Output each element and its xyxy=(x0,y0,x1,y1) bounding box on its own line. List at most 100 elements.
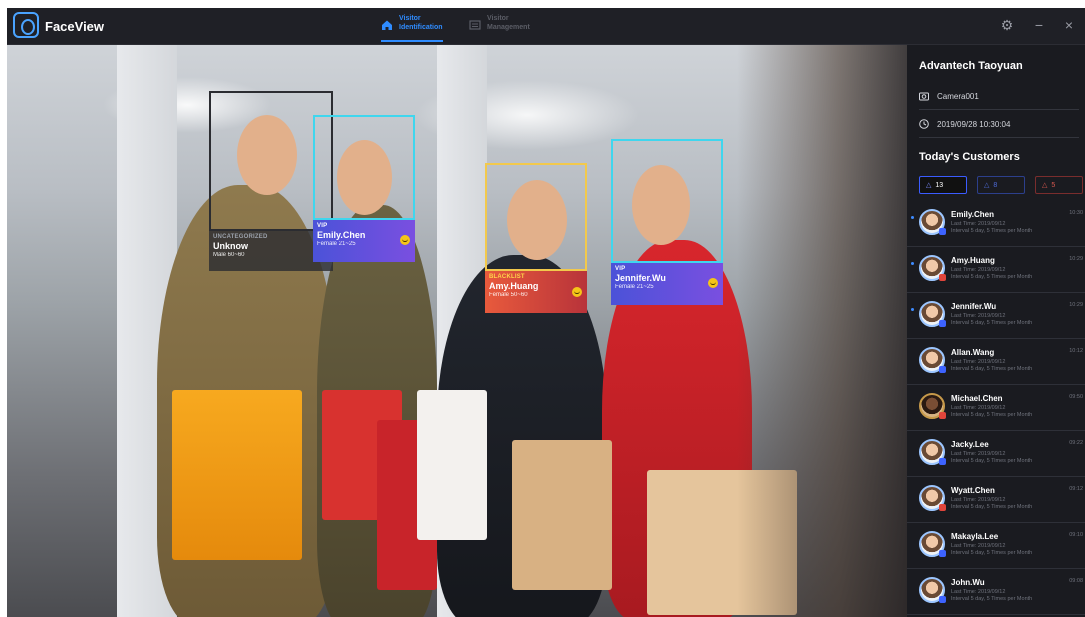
customer-interval: Interval 5 day, 5 Times per Month xyxy=(951,412,1033,418)
face-detection-box[interactable] xyxy=(485,163,587,271)
person-demographics: Female 50~60 xyxy=(489,292,528,298)
blacklist-badge-icon xyxy=(939,274,946,281)
visit-time: 09:08 xyxy=(1069,578,1083,584)
visit-time: 10:12 xyxy=(1069,348,1083,354)
filter-blacklist-chip[interactable]: △ 5 xyxy=(1035,176,1083,194)
count-blacklist: 5 xyxy=(1051,181,1056,189)
customer-list-item[interactable]: Emily.Chen Last Time: 2019/09/12 Interva… xyxy=(907,202,1085,247)
clock-icon xyxy=(919,119,929,129)
customer-last-time: Last Time: 2019/09/12 xyxy=(951,221,1006,227)
face-detection-box[interactable] xyxy=(313,115,415,220)
person-demographics: Male 60~60 xyxy=(213,252,245,258)
vip-badge-icon xyxy=(939,320,946,327)
smile-icon xyxy=(400,235,410,245)
category-tag: BLACKLIST xyxy=(489,274,525,280)
customer-last-time: Last Time: 2019/09/12 xyxy=(951,405,1006,411)
customer-interval: Interval 5 day, 5 Times per Month xyxy=(951,274,1033,280)
camera-info-row: Camera001 xyxy=(919,83,1079,110)
list-icon xyxy=(469,20,481,30)
customer-list-item[interactable]: Jennifer.Wu Last Time: 2019/09/12 Interv… xyxy=(907,294,1085,339)
customer-interval: Interval 5 day, 5 Times per Month xyxy=(951,320,1033,326)
settings-icon[interactable]: ⚙ xyxy=(999,17,1015,33)
customer-interval: Interval 5 day, 5 Times per Month xyxy=(951,596,1033,602)
customer-list-item[interactable]: Makayla.Lee Last Time: 2019/09/12 Interv… xyxy=(907,524,1085,569)
datetime-info-row: 2019/09/28 10:30:04 xyxy=(919,111,1079,138)
customer-name: Wyatt.Chen xyxy=(951,486,995,495)
customer-interval: Interval 5 day, 5 Times per Month xyxy=(951,504,1033,510)
minimize-icon[interactable]: − xyxy=(1031,17,1047,33)
customer-name: Jacky.Lee xyxy=(951,440,989,449)
person-name: Amy.Huang xyxy=(489,281,539,291)
vip-badge-icon xyxy=(939,596,946,603)
person-demographics: Female 21~25 xyxy=(615,284,654,290)
customer-list-item[interactable]: Jacky.Lee Last Time: 2019/09/12 Interval… xyxy=(907,432,1085,477)
people-icon: △ xyxy=(926,182,932,189)
person-demographics: Female 21~25 xyxy=(317,241,356,247)
customer-last-time: Last Time: 2019/09/12 xyxy=(951,543,1006,549)
tab-visitor-identification[interactable]: Visitor Identification xyxy=(381,14,443,44)
customer-list-item[interactable]: Wyatt.Chen Last Time: 2019/09/12 Interva… xyxy=(907,478,1085,523)
category-tag: VIP xyxy=(317,223,328,229)
shopping-bag xyxy=(512,440,612,590)
face-info-card[interactable]: BLACKLIST Amy.Huang Female 50~60 xyxy=(485,271,587,313)
vip-badge-icon xyxy=(939,228,946,235)
visit-time: 09:12 xyxy=(1069,486,1083,492)
visit-time: 09:50 xyxy=(1069,394,1083,400)
camera-icon xyxy=(919,92,929,101)
app-window: FaceView Visitor Identification Visitor … xyxy=(7,8,1085,617)
current-datetime: 2019/09/28 10:30:04 xyxy=(937,119,1011,129)
filter-vip-chip[interactable]: △ 8 xyxy=(977,176,1025,194)
site-name: Advantech Taoyuan xyxy=(919,60,1023,72)
customer-interval: Interval 5 day, 5 Times per Month xyxy=(951,366,1033,372)
shopping-bag xyxy=(417,390,487,540)
customer-sidebar: Advantech Taoyuan Camera001 2019/09/28 1… xyxy=(907,45,1085,617)
unread-indicator xyxy=(911,216,914,219)
customer-list-item[interactable]: John.Wu Last Time: 2019/09/12 Interval 5… xyxy=(907,570,1085,615)
count-all: 13 xyxy=(935,181,944,189)
customer-interval: Interval 5 day, 5 Times per Month xyxy=(951,458,1033,464)
blacklist-badge-icon xyxy=(939,412,946,419)
tab-label-line1: Visitor xyxy=(487,15,509,22)
customer-name: Makayla.Lee xyxy=(951,532,999,541)
unread-indicator xyxy=(911,262,914,265)
customer-name: John.Wu xyxy=(951,578,985,587)
vip-badge-icon xyxy=(939,458,946,465)
blacklist-icon: △ xyxy=(1042,182,1048,189)
visit-time: 10:29 xyxy=(1069,302,1083,308)
customer-last-time: Last Time: 2019/09/12 xyxy=(951,589,1006,595)
customer-last-time: Last Time: 2019/09/12 xyxy=(951,359,1006,365)
filter-all-chip[interactable]: △ 13 xyxy=(919,176,967,194)
tab-label-line1: Visitor xyxy=(399,15,421,22)
visit-time: 10:30 xyxy=(1069,210,1083,216)
shopping-bag xyxy=(172,390,302,560)
person-name: Jennifer.Wu xyxy=(615,273,666,283)
face-info-card[interactable]: VIP Emily.Chen Female 21~25 xyxy=(313,220,415,262)
face-detection-box[interactable] xyxy=(611,139,723,263)
tab-visitor-management[interactable]: Visitor Management xyxy=(469,14,530,44)
customer-list-item[interactable]: Michael.Chen Last Time: 2019/09/12 Inter… xyxy=(907,386,1085,431)
vip-icon: △ xyxy=(984,182,990,189)
person-name: Emily.Chen xyxy=(317,230,366,240)
unread-indicator xyxy=(911,308,914,311)
customer-list-item[interactable]: Allan.Wang Last Time: 2019/09/12 Interva… xyxy=(907,340,1085,385)
category-tag: VIP xyxy=(615,266,626,272)
faceview-logo-icon xyxy=(13,12,39,38)
section-title: Today's Customers xyxy=(919,151,1020,163)
customer-last-time: Last Time: 2019/09/12 xyxy=(951,313,1006,319)
customer-name: Amy.Huang xyxy=(951,256,995,265)
home-icon xyxy=(382,20,392,30)
blacklist-badge-icon xyxy=(939,504,946,511)
customer-name: Jennifer.Wu xyxy=(951,302,997,311)
app-title: FaceView xyxy=(45,19,105,34)
visit-time: 09:10 xyxy=(1069,532,1083,538)
visit-time: 09:22 xyxy=(1069,440,1083,446)
visit-time: 10:29 xyxy=(1069,256,1083,262)
face-info-card[interactable]: VIP Jennifer.Wu Female 21~25 xyxy=(611,263,723,305)
customer-interval: Interval 5 day, 5 Times per Month xyxy=(951,228,1033,234)
category-tag: UNCATEGORIZED xyxy=(213,234,268,240)
close-icon[interactable]: × xyxy=(1061,17,1077,33)
smile-icon xyxy=(572,287,582,297)
customer-list-item[interactable]: Amy.Huang Last Time: 2019/09/12 Interval… xyxy=(907,248,1085,293)
count-vip: 8 xyxy=(993,181,998,189)
customer-name: Michael.Chen xyxy=(951,394,1003,403)
